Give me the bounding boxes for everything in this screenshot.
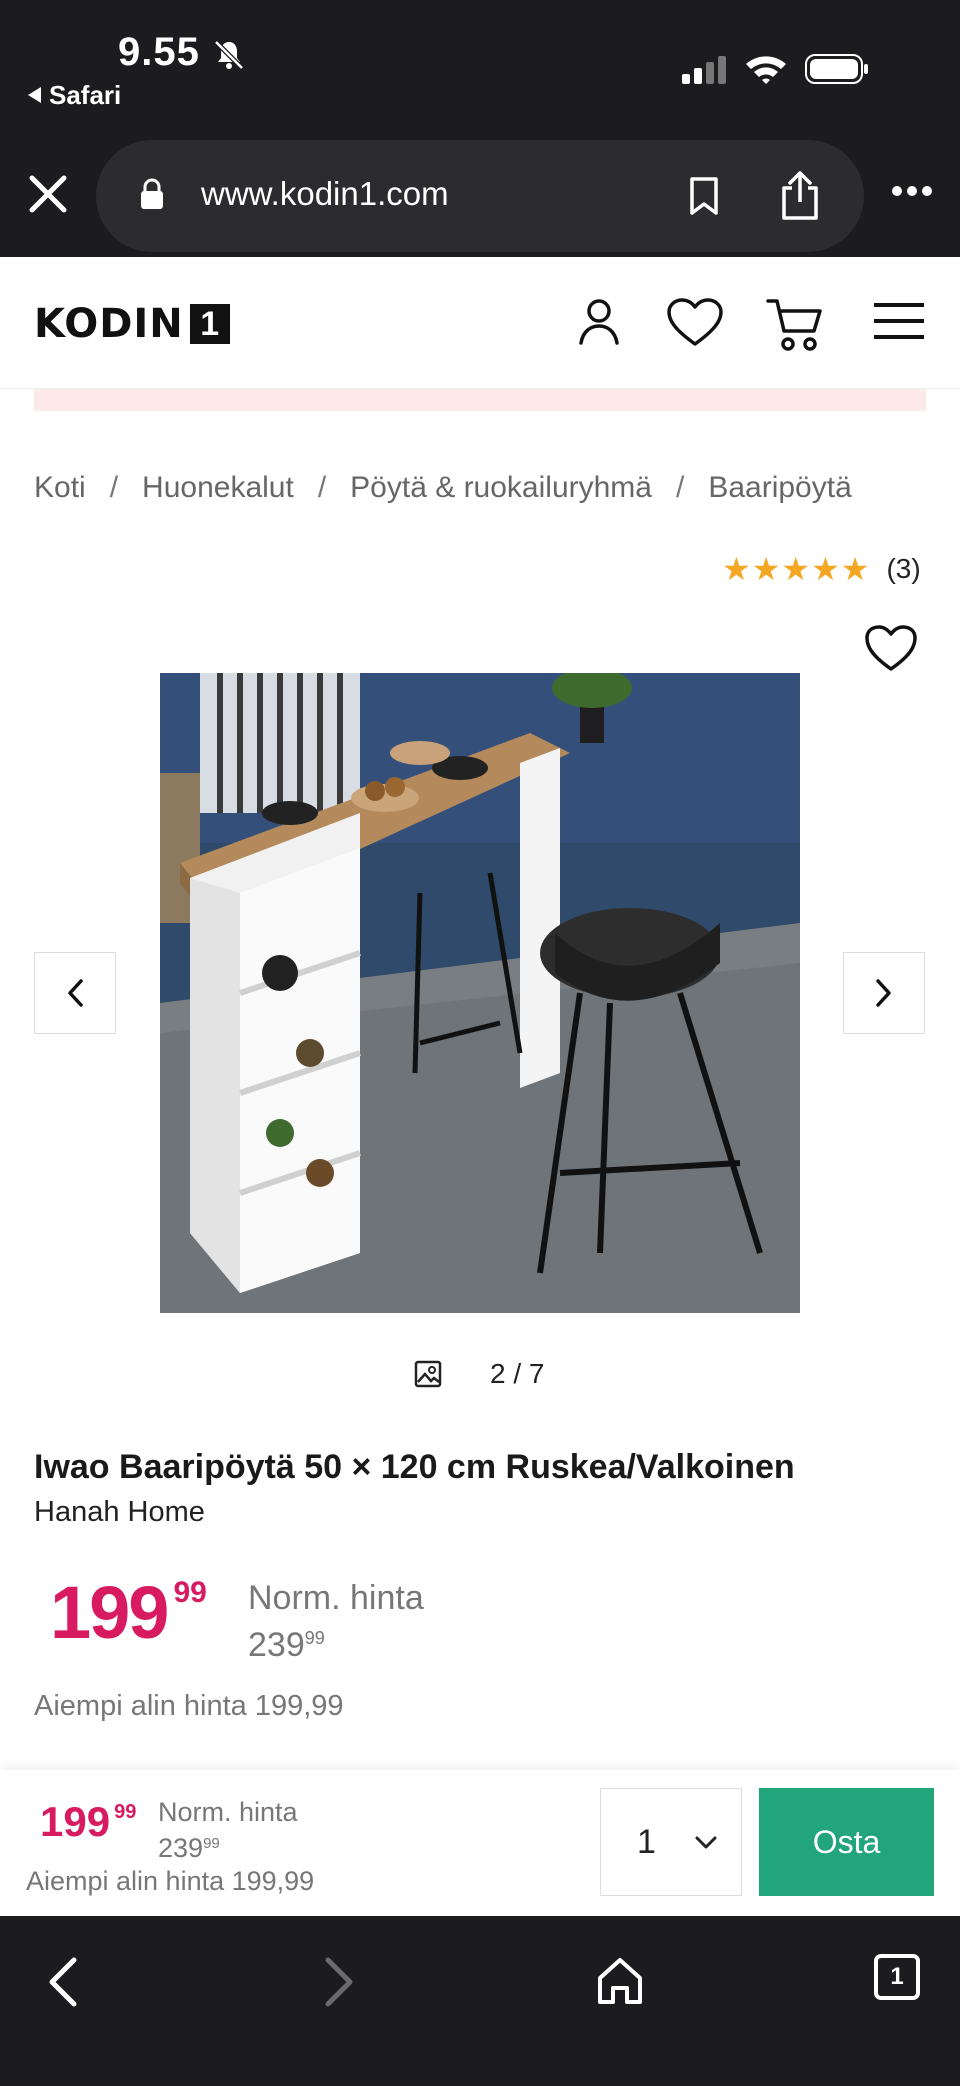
normal-price-label: Norm. hinta — [248, 1579, 424, 1617]
bell-muted-icon — [214, 40, 244, 70]
home-icon[interactable] — [596, 1956, 644, 2006]
buybar-normal-price: Norm. hinta 23999 — [158, 1796, 298, 1864]
normal-price-integer: 239 — [248, 1626, 305, 1664]
product-brand[interactable]: Hanah Home — [34, 1496, 205, 1529]
gallery-next-button[interactable] — [843, 952, 925, 1034]
product-title: Iwao Baaripöytä 50 × 120 cm Ruskea/Valko… — [34, 1448, 795, 1486]
quantity-value: 1 — [637, 1823, 656, 1861]
user-icon[interactable] — [576, 297, 622, 347]
chevron-down-icon — [695, 1836, 717, 1849]
forward-arrow-icon[interactable] — [322, 1956, 358, 2008]
price-decimals: 99 — [173, 1576, 207, 1609]
image-icon — [414, 1360, 442, 1388]
buybar-price-integer: 199 — [40, 1798, 111, 1845]
gallery-counter-text: 2 / 7 — [490, 1358, 545, 1389]
rating-count: (3) — [886, 553, 921, 584]
product-image[interactable] — [160, 673, 800, 1313]
gallery-counter: 2 / 7 — [414, 1358, 544, 1390]
back-app-label: Safari — [49, 80, 122, 110]
battery-icon — [805, 54, 868, 84]
url-text: www.kodin1.com — [201, 175, 449, 212]
tab-count: 1 — [890, 1963, 904, 1990]
quantity-select[interactable]: 1 — [600, 1788, 742, 1896]
back-arrow-icon[interactable] — [44, 1956, 80, 2008]
close-icon[interactable] — [26, 172, 70, 216]
address-bar[interactable]: www.kodin1.com — [96, 140, 864, 252]
breadcrumb-item-poyta[interactable]: Pöytä & ruokailuryhmä — [350, 471, 652, 504]
browser-top-chrome: 9.55 Safari www.kodin1.com — [0, 0, 960, 257]
cellular-signal-icon — [682, 56, 726, 84]
lowest-price-note: Aiempi alin hinta 199,99 — [34, 1690, 344, 1722]
wifi-icon — [746, 56, 786, 84]
product-rating[interactable]: ★★★★★ (3) — [722, 550, 921, 588]
tabs-button[interactable]: 1 — [874, 1954, 920, 2000]
breadcrumb-item-huonekalut[interactable]: Huonekalut — [142, 471, 294, 504]
gallery-prev-button[interactable] — [34, 952, 116, 1034]
logo-word: KODIN — [34, 301, 184, 347]
normal-price: Norm. hinta 23999 — [248, 1578, 424, 1665]
breadcrumb-separator: / — [317, 471, 327, 504]
breadcrumb: Koti / Huonekalut / Pöytä & ruokailuryhmä / Ba… — [34, 471, 852, 505]
buybar-normal-price-label: Norm. hinta — [158, 1797, 298, 1827]
sticky-buy-bar: 199 99 Norm. hinta 23999 Aiempi alin hint… — [0, 1770, 960, 1916]
site-header: KODIN 1 — [0, 257, 960, 389]
rating-stars: ★★★★★ — [722, 551, 871, 587]
buy-button[interactable]: Osta — [759, 1788, 934, 1896]
browser-bottom-toolbar: 1 — [0, 1916, 960, 2086]
breadcrumb-separator: / — [675, 471, 685, 504]
buybar-normal-price-integer: 239 — [158, 1833, 204, 1863]
kodin1-logo[interactable]: KODIN 1 — [34, 301, 230, 347]
favorite-heart-icon[interactable] — [864, 624, 918, 674]
status-time: 9.55 — [118, 30, 200, 74]
chevron-right-icon — [876, 979, 891, 1007]
breadcrumb-separator: / — [109, 471, 119, 504]
cart-icon[interactable] — [766, 297, 824, 353]
buybar-price: 199 99 — [40, 1798, 136, 1846]
menu-icon[interactable] — [872, 301, 926, 341]
heart-icon[interactable] — [666, 297, 724, 349]
back-to-app-link[interactable]: Safari — [28, 80, 121, 111]
price-integer: 199 — [50, 1571, 169, 1654]
more-options-icon[interactable] — [890, 184, 934, 198]
promo-banner-strip — [34, 389, 926, 411]
bookmark-icon[interactable] — [688, 176, 720, 216]
share-icon[interactable] — [778, 170, 822, 222]
logo-box: 1 — [189, 304, 230, 344]
chevron-left-icon — [68, 979, 83, 1007]
product-price: 199 99 — [50, 1570, 207, 1655]
buybar-lowest-price-note: Aiempi alin hinta 199,99 — [26, 1866, 315, 1896]
buybar-price-decimals: 99 — [114, 1801, 137, 1823]
breadcrumb-item-baaripoyta[interactable]: Baaripöytä — [708, 471, 851, 504]
breadcrumb-item-koti[interactable]: Koti — [34, 471, 86, 504]
buybar-normal-price-decimals: 99 — [203, 1835, 220, 1852]
normal-price-decimals: 99 — [304, 1628, 325, 1648]
lock-icon — [141, 178, 163, 209]
